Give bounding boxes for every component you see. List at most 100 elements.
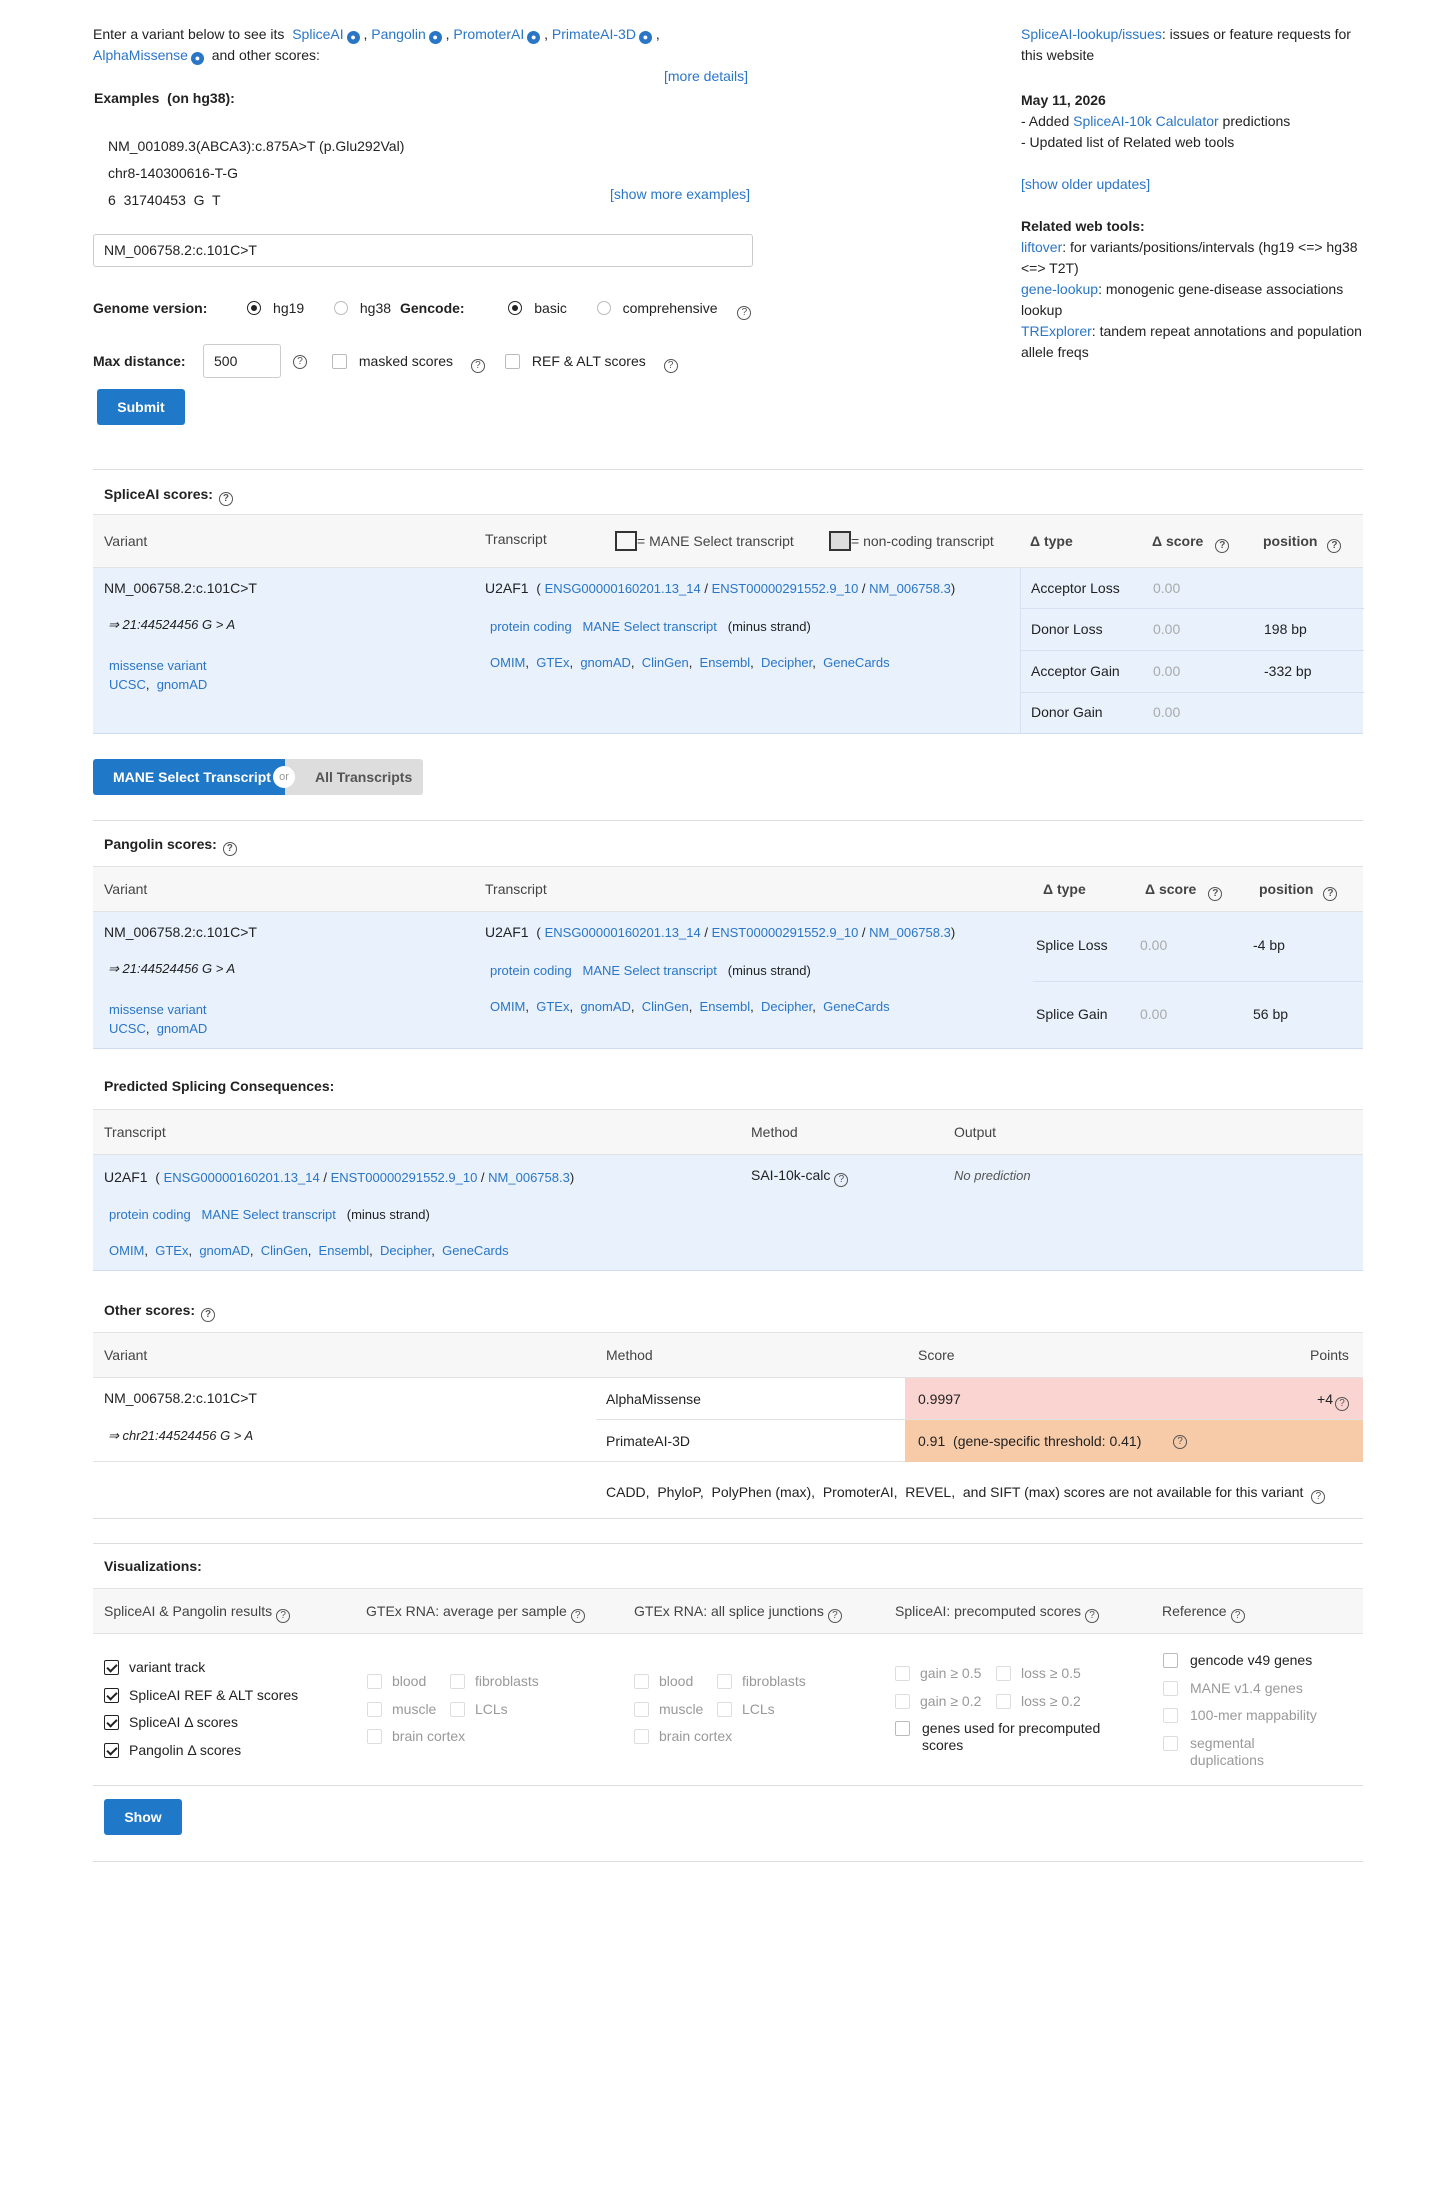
spliceai-link[interactable]: SpliceAI [292,26,343,42]
genecards-link[interactable]: GeneCards [823,655,889,670]
example-item[interactable]: NM_001089.3(ABCA3):c.875A>T (p.Glu292Val… [108,133,404,160]
alphamissense-link[interactable]: AlphaMissense [93,47,188,63]
ref-alt-scores-checkbox[interactable] [505,354,520,369]
help-icon[interactable]: ? [218,492,233,506]
decipher-link[interactable]: Decipher [761,655,812,670]
liftover-link[interactable]: liftover [1021,239,1062,255]
gtex-avg-blood-checkbox[interactable] [367,1674,382,1689]
help-icon[interactable]: ? [1208,887,1223,901]
clingen-link[interactable]: ClinGen [261,1243,308,1258]
github-icon[interactable]: ● [638,31,652,44]
github-icon[interactable]: ● [527,31,541,44]
mane-genes-checkbox[interactable] [1163,1680,1178,1696]
help-icon[interactable]: ? [1084,1609,1099,1623]
help-icon[interactable]: ? [1311,1490,1326,1504]
ensg-link[interactable]: ENSG00000160201.13_14 [164,1170,320,1185]
refseq-link[interactable]: NM_006758.3 [488,1170,570,1185]
enst-link[interactable]: ENST00000291552.9_10 [712,581,859,596]
variant-track-checkbox[interactable] [104,1660,119,1675]
gtex-avg-brain-cortex-checkbox[interactable] [367,1729,382,1744]
genome-hg19-radio[interactable] [247,301,262,315]
help-icon[interactable]: ? [1335,1397,1349,1411]
variant-search-input[interactable]: NM_006758.2:c.101C>T [93,234,753,267]
help-icon[interactable]: ? [570,1609,585,1623]
genecards-link[interactable]: GeneCards [823,999,889,1014]
help-icon[interactable]: ? [1215,539,1230,553]
gencode-comprehensive-radio[interactable] [596,301,611,315]
show-button[interactable]: Show [104,1799,182,1835]
omim-link[interactable]: OMIM [490,655,525,670]
gnomad-link[interactable]: gnomAD [580,655,631,670]
mane-tag[interactable]: MANE Select transcript [583,963,717,978]
genome-hg38-radio[interactable] [333,301,348,315]
show-more-examples-link[interactable]: [show more examples] [610,186,750,202]
clingen-link[interactable]: ClinGen [642,999,689,1014]
spliceai-delta-checkbox[interactable] [104,1715,119,1730]
promoterai-link[interactable]: PromoterAI [453,26,524,42]
genecards-link[interactable]: GeneCards [442,1243,508,1258]
help-icon[interactable]: ? [201,1308,216,1322]
mappability-checkbox[interactable] [1163,1708,1178,1723]
primateai-link[interactable]: PrimateAI-3D [552,26,636,42]
loss-0.5-checkbox[interactable] [996,1666,1011,1681]
spliceai-10k-calculator-link[interactable]: SpliceAI-10k Calculator [1073,113,1219,129]
biotype-tag[interactable]: protein coding [490,963,572,978]
masked-scores-checkbox[interactable] [332,354,347,369]
gnomad-link[interactable]: gnomAD [157,677,208,692]
help-icon[interactable]: ? [1323,887,1338,901]
help-icon[interactable]: ? [222,842,237,856]
gain-0.2-checkbox[interactable] [895,1693,910,1709]
refseq-link[interactable]: NM_006758.3 [869,581,951,596]
genes-precomputed-checkbox[interactable] [895,1721,910,1736]
help-icon[interactable]: ? [276,1609,291,1623]
segdup-checkbox[interactable] [1163,1735,1178,1751]
loss-0.2-checkbox[interactable] [996,1693,1011,1709]
gtex-link[interactable]: GTEx [536,655,569,670]
gtex-junc-blood-checkbox[interactable] [634,1674,649,1689]
ensg-link[interactable]: ENSG00000160201.13_14 [545,581,701,596]
gtex-junc-lcls-checkbox[interactable] [717,1701,732,1717]
gtex-avg-muscle-checkbox[interactable] [367,1701,382,1717]
consequence-link[interactable]: missense variant [109,1002,207,1017]
enst-link[interactable]: ENST00000291552.9_10 [712,925,859,940]
gtex-junc-brain-cortex-checkbox[interactable] [634,1729,649,1744]
gtex-junc-fibroblasts-checkbox[interactable] [717,1674,732,1689]
issues-link[interactable]: SpliceAI-lookup/issues [1021,26,1162,42]
clingen-link[interactable]: ClinGen [642,655,689,670]
ensg-link[interactable]: ENSG00000160201.13_14 [545,925,701,940]
mane-tag[interactable]: MANE Select transcript [583,619,717,634]
max-distance-input[interactable]: 500 [203,344,281,378]
gtex-link[interactable]: GTEx [536,999,569,1014]
gain-0.5-checkbox[interactable] [895,1666,910,1681]
ensembl-link[interactable]: Ensembl [700,999,751,1014]
help-icon[interactable]: ? [293,355,307,369]
help-icon[interactable]: ? [834,1173,849,1187]
gtex-avg-lcls-checkbox[interactable] [450,1701,465,1717]
help-icon[interactable]: ? [1327,539,1342,553]
omim-link[interactable]: OMIM [490,999,525,1014]
gene-lookup-link[interactable]: gene-lookup [1021,281,1098,297]
consequence-link[interactable]: missense variant [109,658,207,673]
gnomad-link[interactable]: gnomAD [199,1243,250,1258]
ucsc-link[interactable]: UCSC [109,1021,146,1036]
gencode-genes-checkbox[interactable] [1163,1653,1178,1668]
pangolin-delta-checkbox[interactable] [104,1742,119,1758]
github-icon[interactable]: ● [346,31,360,44]
mane-tag[interactable]: MANE Select transcript [202,1207,336,1222]
all-transcripts-button[interactable]: All Transcripts [285,759,423,795]
ensembl-link[interactable]: Ensembl [319,1243,370,1258]
help-icon[interactable]: ? [737,306,752,320]
help-icon[interactable]: ? [1230,1609,1245,1623]
help-icon[interactable]: ? [827,1609,842,1623]
show-older-updates-link[interactable]: [show older updates] [1021,176,1150,192]
biotype-tag[interactable]: protein coding [490,619,572,634]
help-icon[interactable]: ? [663,359,678,373]
github-icon[interactable]: ● [428,31,442,44]
decipher-link[interactable]: Decipher [761,999,812,1014]
ucsc-link[interactable]: UCSC [109,677,146,692]
gtex-link[interactable]: GTEx [155,1243,188,1258]
help-icon[interactable]: ? [1173,1435,1187,1449]
example-item[interactable]: 6 31740453 G T [108,187,404,214]
trexplorer-link[interactable]: TRExplorer [1021,323,1092,339]
biotype-tag[interactable]: protein coding [109,1207,191,1222]
